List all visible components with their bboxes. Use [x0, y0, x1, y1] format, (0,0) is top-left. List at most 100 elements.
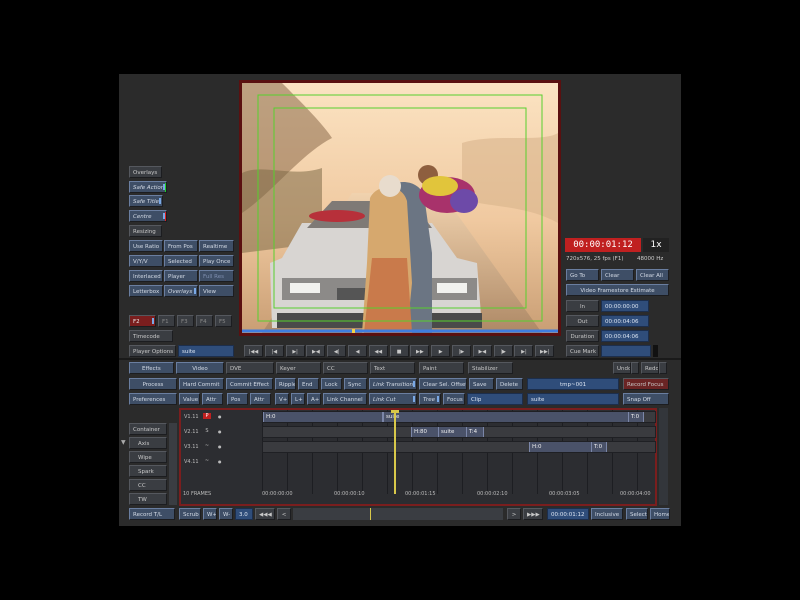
prev-button[interactable]: <: [277, 508, 291, 520]
commit-effect-button[interactable]: Commit Effect: [226, 378, 273, 390]
timeline-vscroll[interactable]: [659, 408, 668, 505]
transport-rewind-button[interactable]: ◀◀: [368, 345, 388, 357]
home-button[interactable]: Home: [650, 508, 670, 520]
use-ratio-button[interactable]: Use Ratio: [129, 240, 163, 252]
paint-tab[interactable]: Paint: [419, 362, 464, 374]
safe-title-toggle[interactable]: Safe Title: [129, 195, 163, 207]
player-options-field[interactable]: suite: [178, 345, 234, 357]
track-row[interactable]: [262, 456, 656, 468]
snap-off-button[interactable]: Snap Off: [623, 393, 669, 405]
clip-field[interactable]: Clip: [467, 393, 523, 405]
f3-button[interactable]: F3: [177, 315, 194, 327]
track-toggle-icon[interactable]: ●: [218, 429, 222, 434]
ffwd-button[interactable]: ▶▶▶: [523, 508, 543, 520]
next-button[interactable]: >: [507, 508, 521, 520]
record-focus-button[interactable]: Record Focus: [623, 378, 669, 390]
expand-arrow-icon[interactable]: ▼: [121, 439, 126, 446]
track-flag[interactable]: ~: [203, 443, 211, 449]
attr2-button[interactable]: Attr: [250, 393, 271, 405]
side-tools-scrollbar[interactable]: [169, 423, 177, 505]
transport-next-edit-button[interactable]: |▶: [493, 345, 513, 357]
spark-button[interactable]: Spark: [129, 465, 167, 477]
clear-all-button[interactable]: Clear All: [636, 269, 669, 281]
a-plus-button[interactable]: A+: [307, 393, 321, 405]
scrub-button[interactable]: Scrub: [179, 508, 201, 520]
track-toggle-icon[interactable]: ●: [218, 459, 222, 464]
centre-toggle[interactable]: Centre: [129, 210, 167, 222]
track-toggle-icon[interactable]: ●: [218, 414, 222, 419]
video-viewer[interactable]: [239, 80, 561, 336]
transport-prev-clip-button[interactable]: |◀: [264, 345, 284, 357]
out-field[interactable]: 00:00:04:06: [601, 315, 649, 327]
cue-mark-field[interactable]: [601, 345, 651, 357]
sync-button[interactable]: Sync: [344, 378, 367, 390]
focus-button[interactable]: Focus: [443, 393, 465, 405]
track-flag[interactable]: S: [203, 428, 211, 434]
clear-button[interactable]: Clear: [601, 269, 634, 281]
letterbox-button[interactable]: Letterbox: [129, 285, 163, 297]
wipe-button[interactable]: Wipe: [129, 451, 167, 463]
clip-name-field[interactable]: tmp~001: [527, 378, 619, 390]
vyuv-button[interactable]: V/Y/V: [129, 255, 163, 267]
player-options-button[interactable]: Player Options: [129, 345, 176, 357]
track-segment[interactable]: H:80: [411, 427, 441, 437]
realtime-button[interactable]: Realtime: [199, 240, 234, 252]
undo-button[interactable]: Undo: [613, 362, 631, 374]
bottom-timecode-field[interactable]: 00:00:01:12: [547, 508, 589, 520]
track-row[interactable]: H:0 suite T:0: [262, 411, 656, 423]
transport-stop-button[interactable]: ■: [389, 345, 409, 357]
transport-step-fwd-button[interactable]: |▶: [452, 345, 471, 357]
play-once-button[interactable]: Play Once: [199, 255, 234, 267]
cue-mark-button[interactable]: Cue Mark: [566, 345, 599, 357]
interlaced-button[interactable]: Interlaced: [129, 270, 163, 282]
f5-button[interactable]: F5: [215, 315, 232, 327]
w-plus-button[interactable]: W+: [203, 508, 217, 520]
inclusive-button[interactable]: Inclusive: [591, 508, 623, 520]
track-segment[interactable]: H:0: [529, 442, 595, 452]
delete-button[interactable]: Delete: [496, 378, 523, 390]
rewind-button[interactable]: ◀◀◀: [255, 508, 275, 520]
l-plus-button[interactable]: L+: [291, 393, 305, 405]
container-button[interactable]: Container: [129, 423, 167, 435]
player-button[interactable]: Player: [164, 270, 198, 282]
zoom-field[interactable]: 3.0: [235, 508, 253, 520]
overlays-button[interactable]: Overlays: [129, 166, 162, 178]
effects-tab[interactable]: Effects: [129, 362, 174, 374]
video-tab[interactable]: Video: [176, 362, 224, 374]
track-segment[interactable]: T:0: [628, 412, 644, 422]
v-plus-button[interactable]: V+: [275, 393, 289, 405]
redo-dropdown[interactable]: [659, 362, 667, 374]
in-field[interactable]: 00:00:00:00: [601, 300, 649, 312]
link-transition-toggle[interactable]: Link Transition: [369, 378, 417, 390]
clear-sel-offset-button[interactable]: Clear Sel. Offset: [419, 378, 467, 390]
track-row[interactable]: H:80 suite T:4: [262, 426, 656, 438]
resizing-button[interactable]: Resizing: [129, 225, 162, 237]
link-channel-button[interactable]: Link Channel: [323, 393, 367, 405]
hard-commit-button[interactable]: Hard Commit: [179, 378, 224, 390]
transport-mark2-button[interactable]: ▶◀: [472, 345, 492, 357]
end-button[interactable]: End: [298, 378, 319, 390]
full-res-button[interactable]: Full Res: [199, 270, 234, 282]
select-button[interactable]: Select: [626, 508, 648, 520]
value-button[interactable]: Value: [179, 393, 200, 405]
from-pos-button[interactable]: From Pos: [164, 240, 198, 252]
focus-value-field[interactable]: suite: [527, 393, 619, 405]
keyer-tab[interactable]: Keyer: [276, 362, 321, 374]
transport-play-button[interactable]: ▶: [431, 345, 451, 357]
framestore-estimate-button[interactable]: Video Framestore Estimate: [566, 284, 669, 296]
tree-toggle[interactable]: Tree: [419, 393, 441, 405]
safe-action-toggle[interactable]: Safe Action: [129, 181, 167, 193]
cc-tool-button[interactable]: CC: [129, 479, 167, 491]
cc-tab[interactable]: CC: [323, 362, 368, 374]
overlays-view-toggle[interactable]: Overlays: [164, 285, 198, 297]
undo-dropdown[interactable]: [631, 362, 639, 374]
f2-button[interactable]: F2: [129, 315, 156, 327]
link-cut-toggle[interactable]: Link Cut: [369, 393, 417, 405]
text-tab[interactable]: Text: [370, 362, 415, 374]
preferences-button[interactable]: Preferences: [129, 393, 177, 405]
transport-go-start-button[interactable]: |◀◀: [244, 345, 263, 357]
track-flag[interactable]: P: [203, 413, 211, 419]
track-flag[interactable]: ~: [203, 458, 211, 464]
process-button[interactable]: Process: [129, 378, 177, 390]
track-segment[interactable]: T:0: [591, 442, 607, 452]
